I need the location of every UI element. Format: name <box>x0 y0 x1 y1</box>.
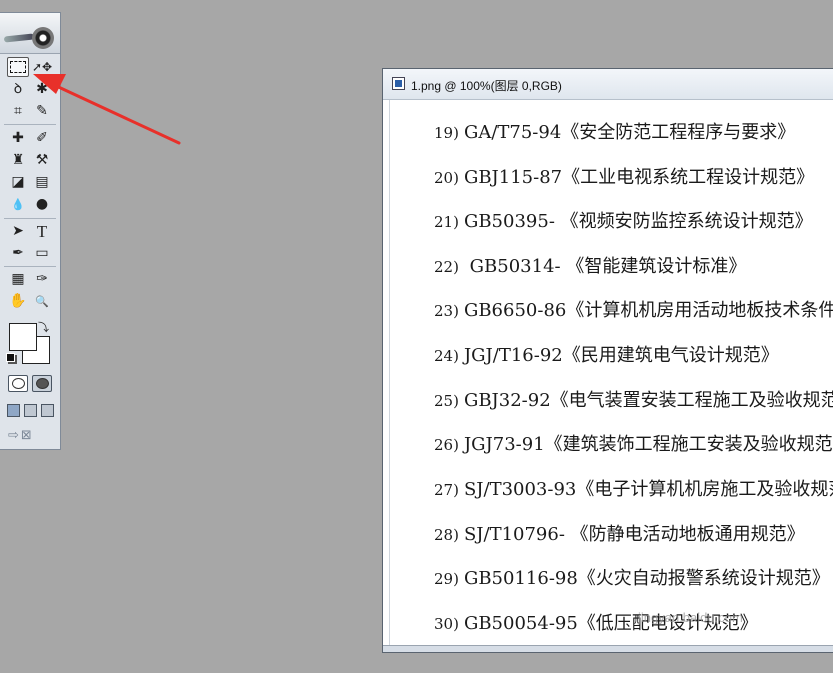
toolbox-header-logo[interactable] <box>0 13 60 54</box>
zoom-tool-icon[interactable]: 🔍 <box>31 291 53 311</box>
history-brush-tool-icon[interactable]: ⚒ <box>31 150 53 170</box>
list-item: 21) GB50395- 《视频安防监控系统设计规范》 <box>434 207 813 233</box>
standard-screen-mode-button[interactable] <box>7 404 20 417</box>
crop-tool-icon[interactable]: ⌗ <box>7 101 29 121</box>
photoshop-document-icon <box>392 77 405 90</box>
list-item: 27) SJ/T3003-93《电子计算机机房施工及验收规范》 <box>434 475 833 501</box>
list-item: 25) GBJ32-92《电气装置安装工程施工及验收规范》 <box>434 386 833 412</box>
item-number: 25) <box>434 392 459 410</box>
item-number: 20) <box>434 169 459 187</box>
item-text: GBJ115-87《工业电视系统工程设计规范》 <box>463 167 815 188</box>
watermark-text: jingyan.baidu.com <box>638 610 743 625</box>
item-number: 29) <box>434 570 459 588</box>
document-title: 1.png @ 100%(图层 0,RGB) <box>411 79 562 93</box>
item-text: JGJ73-91《建筑装饰工程施工安装及验收规范》 <box>463 434 833 455</box>
item-text: GB6650-86《计算机机房用活动地板技术条件》 <box>463 300 833 321</box>
brush-tool-icon[interactable]: ✐ <box>31 128 53 148</box>
type-tool-icon[interactable]: T <box>31 221 53 241</box>
jump-to-imageready-button[interactable]: ⇨⊠ <box>8 428 52 444</box>
marquee-tool-icon[interactable] <box>7 57 29 77</box>
item-number: 26) <box>434 436 459 454</box>
list-item: 28) SJ/T10796- 《防静电活动地板通用规范》 <box>434 520 805 546</box>
item-text: GBJ32-92《电气装置安装工程施工及验收规范》 <box>463 390 833 411</box>
quick-mask-mode-button[interactable] <box>32 375 52 392</box>
list-item: 23) GB6650-86《计算机机房用活动地板技术条件》 <box>434 296 833 322</box>
toolbox-divider <box>4 266 56 267</box>
item-text: GB50395- 《视频安防监控系统设计规范》 <box>463 211 813 232</box>
document-bottom-edge <box>383 645 833 652</box>
list-item: 24) JGJ/T16-92《民用建筑电气设计规范》 <box>434 341 779 367</box>
item-number: 19) <box>434 124 459 142</box>
toolbox-divider <box>4 218 56 219</box>
item-number: 23) <box>434 302 459 320</box>
hand-tool-icon[interactable]: ✋ <box>7 291 29 311</box>
list-item: 20) GBJ115-87《工业电视系统工程设计规范》 <box>434 163 814 189</box>
slice-tool-icon[interactable]: ✎ <box>31 101 53 121</box>
item-text: GA/T75-94《安全防范工程程序与要求》 <box>463 122 796 143</box>
foreground-color-swatch[interactable] <box>9 323 37 351</box>
feather-logo-icon <box>3 33 35 43</box>
item-text: SJ/T3003-93《电子计算机机房施工及验收规范》 <box>463 479 833 500</box>
gradient-tool-icon[interactable]: ▤ <box>31 172 53 192</box>
list-item: 29) GB50116-98《火灾自动报警系统设计规范》 <box>434 564 830 590</box>
item-number: 21) <box>434 213 459 231</box>
eyedropper-tool-icon[interactable]: ✑ <box>31 269 53 289</box>
list-item: 19) GA/T75-94《安全防范工程程序与要求》 <box>434 118 795 144</box>
notes-tool-icon[interactable]: ▦ <box>7 269 29 289</box>
item-text: JGJ/T16-92《民用建筑电气设计规范》 <box>463 345 779 366</box>
document-title-bar[interactable]: 1.png @ 100%(图层 0,RGB) <box>383 69 833 100</box>
item-number: 22) <box>434 258 459 276</box>
standard-mode-button[interactable] <box>8 375 28 392</box>
item-number: 30) <box>434 615 459 633</box>
full-screen-menu-mode-button[interactable] <box>24 404 37 417</box>
item-number: 24) <box>434 347 459 365</box>
item-text: GB50314- 《智能建筑设计标准》 <box>463 256 747 277</box>
blur-tool-icon[interactable]: 💧 <box>7 194 29 214</box>
swap-colors-icon[interactable]: ⤵ <box>38 319 49 335</box>
shape-tool-icon[interactable]: ▭ <box>31 243 53 263</box>
item-text: GB50116-98《火灾自动报警系统设计规范》 <box>463 568 830 589</box>
eraser-tool-icon[interactable]: ◪ <box>7 172 29 192</box>
dodge-tool-icon[interactable]: ● <box>31 194 53 214</box>
magic-wand-tool-icon[interactable]: ✱ <box>31 79 53 99</box>
document-canvas[interactable]: 19) GA/T75-94《安全防范工程程序与要求》 20) GBJ115-87《工… <box>389 100 833 646</box>
document-window[interactable]: 1.png @ 100%(图层 0,RGB) 19) GA/T75-94《安全防范… <box>382 68 833 653</box>
item-number: 27) <box>434 481 459 499</box>
toolbox-panel: ➚✥ ꝺ ✱ ⌗ ✎ ✚ ✐ ♜ ⚒ ◪ ▤ 💧 ● ➤ T ✒ ▭ ▦ ✑ ✋… <box>0 12 61 450</box>
list-item: 26) JGJ73-91《建筑装饰工程施工安装及验收规范》 <box>434 430 833 456</box>
pen-tool-icon[interactable]: ✒ <box>7 243 29 263</box>
full-screen-mode-button[interactable] <box>41 404 54 417</box>
list-item: 22) GB50314- 《智能建筑设计标准》 <box>434 252 746 278</box>
healing-brush-tool-icon[interactable]: ✚ <box>7 128 29 148</box>
item-text: SJ/T10796- 《防静电活动地板通用规范》 <box>463 524 805 545</box>
item-number: 28) <box>434 526 459 544</box>
eye-logo-icon <box>32 27 54 49</box>
path-selection-tool-icon[interactable]: ➤ <box>7 221 29 241</box>
toolbox-divider <box>4 124 56 125</box>
move-tool-icon[interactable]: ➚✥ <box>31 57 53 77</box>
default-colors-icon[interactable] <box>6 353 15 362</box>
lasso-tool-icon[interactable]: ꝺ <box>7 79 29 99</box>
clone-stamp-tool-icon[interactable]: ♜ <box>7 150 29 170</box>
